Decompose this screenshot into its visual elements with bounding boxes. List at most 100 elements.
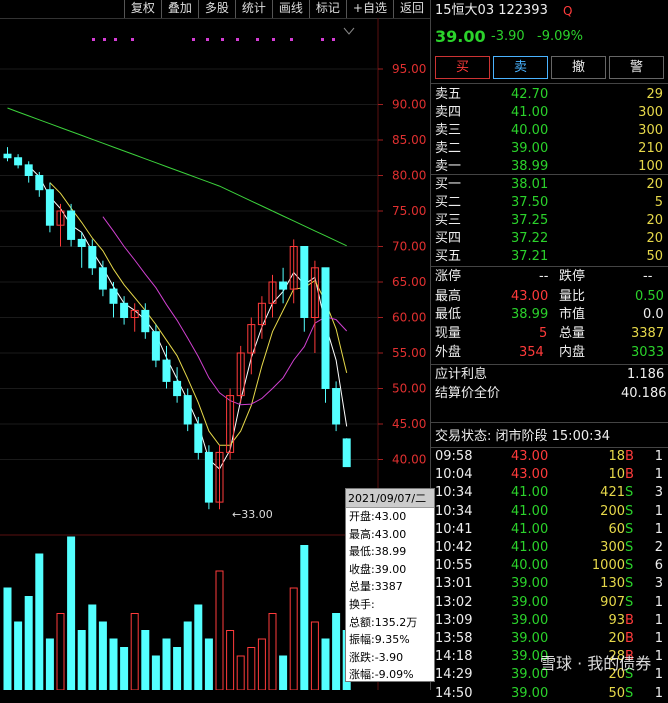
bid-price: 38.01: [511, 177, 549, 192]
stock-title-row: 15恒大03 122393 Q: [435, 2, 665, 20]
bid-volume: 20: [646, 213, 663, 228]
price-tick-label: 80.00: [392, 169, 426, 183]
volume-bar: [215, 570, 224, 690]
price-tick-label: 50.00: [392, 382, 426, 396]
buy-button[interactable]: 买: [435, 56, 490, 79]
trade-time: 14:50: [435, 685, 473, 701]
toolbar-multi-stock[interactable]: 多股: [197, 0, 235, 18]
trade-time: 13:58: [435, 631, 473, 646]
volume-bar: [141, 630, 150, 690]
volume-bar: [24, 596, 33, 690]
accrued-interest-row: 应计利息 1.186: [435, 367, 665, 382]
price-tick-label: 55.00: [392, 346, 426, 360]
ask-price: 42.70: [511, 87, 549, 102]
stats-row-1: 涨停 -- 跌停 --: [435, 269, 653, 284]
ask-row[interactable]: 卖二 39.00 210: [435, 140, 665, 158]
quote-panel: 15恒大03 122393 Q 39.00 -3.90 -9.09% 买 卖 撤…: [430, 0, 668, 701]
chart-toolbar: 复权 叠加 多股 统计 画线 标记 +自选 返回: [0, 0, 430, 19]
ask-row[interactable]: 卖三 40.00 300: [435, 122, 665, 140]
ask-volume: 29: [646, 87, 663, 102]
trade-side: S: [625, 558, 634, 574]
bid-volume: 20: [646, 177, 663, 192]
trade-volume: 93: [608, 612, 625, 628]
ma-line: [102, 216, 348, 406]
trade-time: 13:01: [435, 576, 473, 592]
toolbar-statistics[interactable]: 统计: [234, 0, 272, 18]
trade-count: 1: [654, 467, 663, 483]
bid-row[interactable]: 买五 37.21 50: [435, 248, 665, 266]
ask-label: 卖四: [435, 105, 462, 120]
search-icon[interactable]: Q: [563, 2, 572, 20]
trade-row: 10:42 41.00 300 S 2: [435, 539, 665, 557]
event-dot: [192, 38, 195, 41]
ask-volume: 210: [638, 141, 663, 156]
trade-volume: 200: [600, 503, 625, 519]
price-change: -3.90: [491, 29, 525, 44]
trade-time: 14:29: [435, 667, 473, 683]
trade-side: S: [625, 685, 634, 701]
bid-row[interactable]: 买二 37.50 5: [435, 194, 665, 212]
ask-row[interactable]: 卖四 41.00 300: [435, 104, 665, 122]
trade-count: 1: [654, 685, 663, 701]
settlement-price-row: 结算价全价 40.186: [435, 386, 667, 401]
price-tick-label: 75.00: [392, 204, 426, 218]
toolbar-restore-right[interactable]: 复权: [123, 0, 161, 18]
trade-price: 39.00: [511, 594, 549, 610]
trade-count: 1: [654, 503, 663, 519]
sell-button[interactable]: 卖: [493, 56, 548, 79]
candle-body: [321, 267, 330, 389]
bid-row[interactable]: 买一 38.01 20: [435, 176, 665, 194]
volume-bar: [151, 655, 160, 690]
toolbar-marker[interactable]: 标记: [308, 0, 346, 18]
ask-price: 41.00: [511, 105, 549, 120]
trade-time: 10:34: [435, 485, 473, 501]
event-dot: [290, 38, 293, 41]
stats-row-4: 现量 5 总量 3387: [435, 326, 665, 341]
event-dot: [272, 38, 275, 41]
volume-series: [3, 536, 351, 690]
bid-label: 买三: [435, 213, 462, 228]
trade-count: 3: [654, 485, 663, 501]
bid-label: 买二: [435, 195, 462, 210]
toolbar-draw-line[interactable]: 画线: [271, 0, 309, 18]
toolbar-overlay[interactable]: 叠加: [160, 0, 198, 18]
candle-body: [120, 302, 129, 318]
trade-row: 13:01 39.00 130 S 3: [435, 575, 665, 593]
event-dot: [206, 38, 209, 41]
cancel-button[interactable]: 撤: [551, 56, 606, 79]
price-tick-label: 70.00: [392, 240, 426, 254]
trade-side: B: [625, 467, 634, 483]
toolbar-add-watchlist[interactable]: +自选: [345, 0, 393, 18]
price-tick-label: 95.00: [392, 62, 426, 76]
trade-side: S: [625, 540, 634, 555]
candle-body: [45, 189, 54, 226]
price-row: 39.00 -3.90 -9.09%: [435, 28, 665, 50]
volume-bar: [321, 638, 330, 690]
ask-row[interactable]: 卖五 42.70 29: [435, 86, 665, 104]
stats-row-2: 最高 43.00 量比 0.50: [435, 289, 664, 304]
price-tick-label: 90.00: [392, 98, 426, 112]
trade-side: S: [625, 503, 634, 519]
bid-label: 买五: [435, 249, 462, 264]
stock-title: 15恒大03 122393: [435, 3, 548, 18]
trade-row: 13:09 39.00 93 B 1: [435, 612, 665, 630]
trade-price: 39.00: [511, 576, 549, 592]
bid-row[interactable]: 买四 37.22 20: [435, 230, 665, 248]
tooltip-line: 振幅:9.35%: [349, 633, 410, 647]
trade-time: 10:34: [435, 503, 473, 519]
trade-price: 43.00: [511, 449, 549, 464]
tooltip-line: 换手:: [349, 597, 375, 611]
price-tick-label: 45.00: [392, 417, 426, 431]
toolbar-back[interactable]: 返回: [392, 0, 430, 18]
tooltip-line: 收盘:39.00: [349, 562, 407, 576]
trade-row: 10:34 41.00 200 S 1: [435, 503, 665, 521]
trade-time: 10:04: [435, 467, 473, 483]
candle-body: [67, 210, 76, 240]
trade-time: 13:02: [435, 594, 473, 610]
trade-count: 1: [654, 667, 663, 683]
alert-button[interactable]: 警: [609, 56, 664, 79]
trade-volume: 18: [608, 449, 625, 464]
bid-volume: 20: [646, 231, 663, 246]
event-dot: [114, 38, 117, 41]
bid-row[interactable]: 买三 37.25 20: [435, 212, 665, 230]
